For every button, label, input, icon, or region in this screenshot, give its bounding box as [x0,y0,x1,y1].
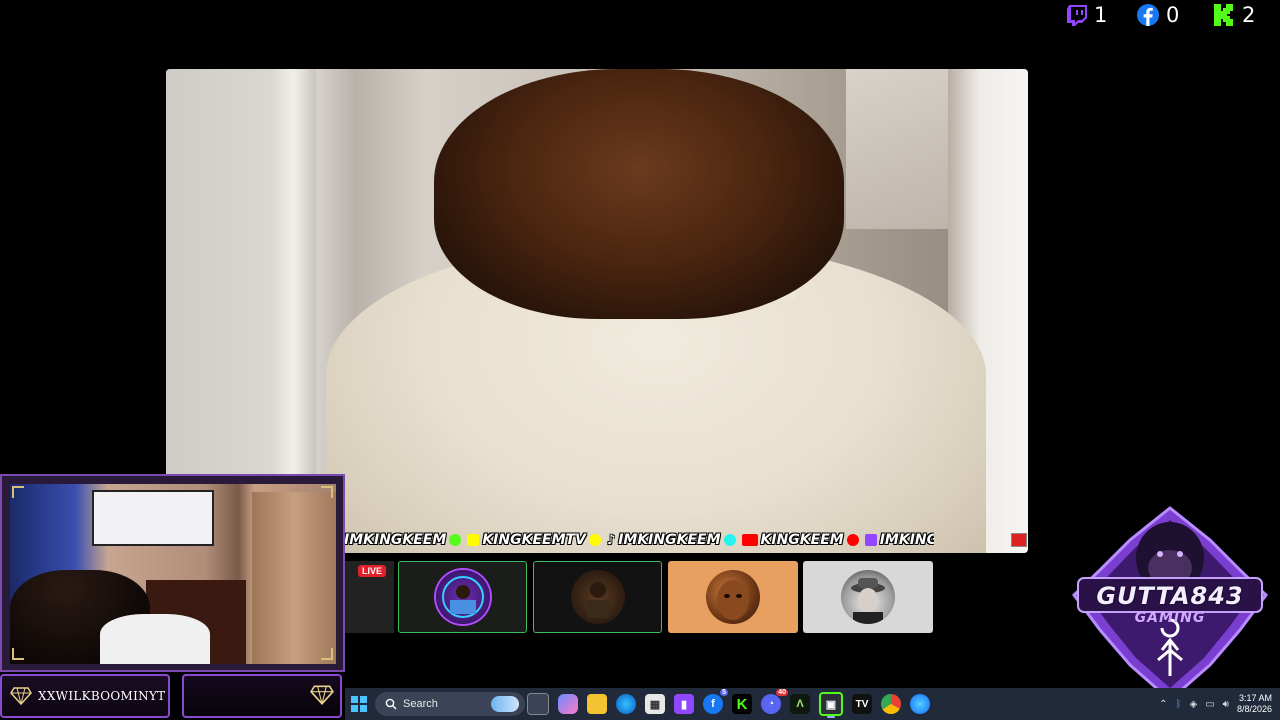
facebook-viewer-count: 0 [1166,3,1180,27]
streamer-name: XXWILKBOOMINYT [38,689,166,703]
chevron-up-icon[interactable]: ⌃ [1159,699,1167,710]
ticker-item: KINGKEEMTV [467,532,601,548]
copilot-icon[interactable] [558,694,578,714]
participant-tile-1[interactable] [398,561,527,633]
diamond-icon [10,687,32,705]
discord-icon[interactable]: ◔ 40 [761,689,788,714]
webcam-feed [10,484,336,664]
video-ceiling [846,69,956,229]
person-avatar-icon [586,582,609,618]
app-icon-a[interactable]: Λ [790,694,810,714]
edge-icon[interactable] [616,694,636,714]
ticker-item-label: IMKINGKEEM [344,532,447,548]
participant-avatar [570,570,625,624]
twitch-viewer-count: 1 [1094,3,1108,27]
clock-date: 8/8/2026 [1236,704,1272,714]
secondary-plate [182,674,342,718]
participant-avatar [841,570,895,624]
tiktok-icon: ♪ [606,532,616,548]
kick-viewer-counter: 2 [1212,2,1255,28]
participant-avatar [706,570,760,624]
tiktok-icon [723,534,736,546]
task-view-icon[interactable] [527,693,549,715]
clock-time: 3:17 AM [1238,693,1272,703]
frame-corner [12,486,24,498]
obs-app-icon[interactable]: ▣ [819,692,843,718]
facebook-viewer-counter: 0 [1136,2,1179,28]
snapchat-icon [588,534,601,546]
store-icon[interactable]: ▦ [645,694,665,714]
kick-icon [1214,4,1233,26]
webcam-door [252,492,336,664]
network-icon[interactable]: ◈ [1189,699,1197,710]
diamond-icon [310,685,334,705]
social-ticker: IMKINGKEEM KINGKEEMTV ♪ IMKINGKEEM KINGK… [344,530,934,550]
kick-app-icon[interactable]: K [732,694,752,714]
taskbar-clock[interactable]: 3:17 AM 8/8/2026 [1237,693,1272,715]
fedora-man-avatar-icon [851,578,885,624]
logo-subtitle: GAMING [1134,610,1206,626]
webcam-person-shirt [100,614,210,664]
taskbar-apps: ▦ ▮ f 5 K ◔ 40 Λ ▣ TV [527,689,930,718]
search-label: Search [403,698,438,710]
facebook-app-icon[interactable]: f 5 [703,689,728,714]
youtube-icon [846,534,859,546]
participant-avatar [435,570,490,624]
twitch-icon [1067,5,1087,26]
twitch-app-icon[interactable]: ▮ [674,694,694,714]
youtube-icon [741,534,758,546]
ticker-item: KINGKEEM [741,532,859,548]
windows-start-icon[interactable] [351,696,367,712]
live-badge: LIVE [358,565,387,577]
ticker-item: IMKINGKEEM [864,532,934,548]
live-thumbnail[interactable]: LIVE [344,561,394,633]
browser-icon[interactable] [910,694,930,714]
participant-tile-2[interactable] [533,561,662,633]
ticker-end-icon [1011,533,1027,547]
webcam-tv [92,490,214,546]
video-person-hair [434,69,844,319]
streamer-nameplate: XXWILKBOOMINYT [0,674,170,718]
viewer-counters: 1 0 2 [1060,0,1280,30]
ticker-item: ♪ IMKINGKEEM [607,532,736,548]
logo-title: GUTTA843 [1096,582,1244,610]
twitch-icon [864,534,877,546]
facebook-icon [1137,4,1159,27]
display-icon[interactable]: ▭ [1205,699,1214,710]
participant-tile-3[interactable] [668,561,798,633]
discord-badge: 40 [776,689,788,696]
facebook-badge: 5 [720,689,728,696]
ticker-item-label: IMKINGKEEM [618,532,721,548]
search-highlight-icon [491,696,519,712]
taskbar: Search ▦ ▮ f 5 K ◔ 40 Λ ▣ TV ⌃ ᛒ ◈ ▭ 🔊︎ … [345,688,1280,720]
kick-icon [449,534,462,546]
kick-viewer-count: 2 [1242,3,1256,27]
webcam-overlay [0,474,345,672]
ticker-item-label: KINGKEEM [760,532,844,548]
gutta843-gaming-logo: GUTTA843 GAMING [1070,500,1270,705]
frame-corner [321,486,333,498]
tradingview-icon[interactable]: TV [852,694,872,714]
taskbar-search[interactable]: Search [375,692,525,716]
frame-corner [321,648,333,660]
bluetooth-icon[interactable]: ᛒ [1175,699,1181,710]
system-tray: ⌃ ᛒ ◈ ▭ 🔊︎ 3:17 AM 8/8/2026 [1159,690,1272,718]
snapchat-icon [467,534,480,546]
chrome-icon[interactable] [881,694,901,714]
participant-tile-4[interactable] [803,561,933,633]
face-avatar-icon [717,580,749,620]
file-explorer-icon[interactable] [587,694,607,714]
search-icon [385,698,397,710]
frame-corner [12,648,24,660]
ticker-item: IMKINGKEEM [344,532,462,548]
volume-icon[interactable]: 🔊︎ [1223,699,1229,710]
twitch-viewer-counter: 1 [1066,2,1107,28]
ticker-item-label: IMKINGKEEM [879,532,934,548]
gutta-avatar-icon [441,576,484,618]
ticker-item-label: KINGKEEMTV [482,532,586,548]
